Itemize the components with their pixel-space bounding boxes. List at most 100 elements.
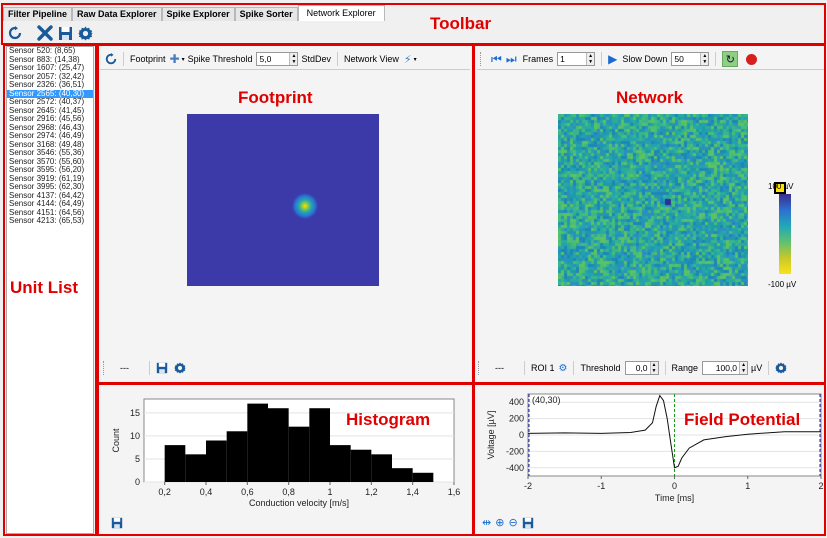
network-bottom-bar: --- ROI 1 ⚙ Threshold 0,0 ▲ ▼ Range 100,0 ▲…	[478, 358, 787, 378]
threshold-label: Threshold	[580, 363, 621, 373]
histogram-xtick-label: 0,8	[282, 487, 295, 497]
network-annotation-label: Network	[616, 88, 684, 107]
histogram-xtick-label: 0,6	[241, 487, 254, 497]
histogram-xtick-label: 1	[327, 487, 332, 497]
tab-spike-sorter[interactable]: Spike Sorter	[234, 7, 298, 21]
record-icon[interactable]	[746, 53, 758, 65]
histogram-chart[interactable]: 0 5 10 15 0,2 0,4 0,6 0,8 1 1,2 1,4 1,6 Conduction v…	[99, 384, 471, 512]
main-toolbar	[0, 22, 827, 44]
histogram-bar	[309, 408, 330, 482]
histogram-xtick-label: 0,2	[158, 487, 171, 497]
save-icon[interactable]	[56, 24, 74, 42]
colorbar	[779, 194, 791, 274]
histogram-bar	[164, 445, 186, 482]
histogram-ytick-label: 5	[135, 454, 140, 464]
field-potential-xtick-label: 0	[672, 481, 677, 491]
histogram-bar	[226, 431, 248, 482]
network-view-label: Network View	[344, 54, 399, 64]
histogram-ytick-label: 0	[135, 477, 140, 487]
spike-threshold-input[interactable]: 5,0 ▲ ▼	[256, 52, 299, 66]
histogram-annotation-label: Histogram	[346, 410, 431, 429]
network-view-icon[interactable]: ⚡	[404, 53, 412, 66]
field-potential-xlabel: Time [ms]	[655, 493, 694, 503]
toolbar-annotation-label: Toolbar	[430, 14, 492, 33]
range-unit-label: µV	[751, 363, 763, 373]
skip-forward-icon[interactable]: ⏭	[506, 52, 517, 67]
colorbar-min-label: -100 µV	[768, 280, 797, 289]
field-potential-annotation: (40,30)	[532, 395, 561, 405]
close-icon[interactable]	[36, 24, 54, 42]
histogram-xtick-label: 1,2	[365, 487, 378, 497]
field-potential-ytick-label: -400	[506, 463, 524, 473]
zoom-fit-icon[interactable]: ⇹	[482, 516, 491, 529]
histogram-xtick-label: 1,4	[406, 487, 419, 497]
range-label: Range	[671, 363, 699, 373]
histogram-ylabel: Count	[111, 428, 121, 453]
roi-tool-icon[interactable]: ⚙	[559, 363, 568, 374]
range-input[interactable]: 100,0 ▲ ▼	[702, 361, 749, 375]
histogram-bar	[185, 454, 206, 482]
field-potential-ytick-label: -200	[506, 446, 524, 456]
histogram-bar	[412, 472, 434, 482]
gear-icon[interactable]	[775, 362, 787, 374]
tab-filter-pipeline[interactable]: Filter Pipeline	[3, 7, 73, 21]
field-potential-xtick-label: -1	[597, 481, 605, 491]
field-potential-ytick-label: 0	[519, 430, 524, 440]
colorbar-max-label: 100 µV	[768, 182, 794, 191]
slow-down-input[interactable]: 50 ▲ ▼	[671, 52, 710, 66]
refresh-icon[interactable]	[6, 24, 24, 42]
refresh-icon[interactable]	[105, 53, 117, 65]
field-potential-ylabel: Voltage [µV]	[486, 411, 496, 460]
unit-list-item[interactable]: Sensor 4213: (65,53)	[7, 216, 93, 226]
frames-input[interactable]: 1 ▲ ▼	[557, 52, 596, 66]
field-potential-xtick-label: -2	[524, 481, 532, 491]
tab-bar: Filter Pipeline Raw Data Explorer Spike Ex…	[3, 5, 385, 21]
footprint-status: ---	[120, 363, 129, 373]
histogram-panel: 0 5 10 15 0,2 0,4 0,6 0,8 1 1,2 1,4 1,6 Conduction v…	[99, 384, 471, 534]
histogram-bar	[268, 408, 289, 482]
skip-back-icon[interactable]: ⏮	[491, 52, 502, 67]
play-icon[interactable]: ▶	[608, 52, 617, 66]
unit-list-annotation-label: Unit List	[10, 278, 78, 297]
field-potential-xtick-label: 1	[745, 481, 750, 491]
tab-raw-data-explorer[interactable]: Raw Data Explorer	[72, 7, 162, 21]
network-toolbar: ⏮ ⏭ Frames 1 ▲ ▼ ▶ Slow Down 50 ▲ ▼ ↻	[480, 49, 758, 69]
zoom-out-icon[interactable]: ⊖	[508, 516, 517, 529]
field-potential-panel: 400 200 0 -200 -400 -2 -1 0 1 2 (40,30) Time [ms] Vo…	[476, 384, 825, 534]
save-icon[interactable]	[522, 517, 534, 529]
histogram-xtick-label: 0,4	[200, 487, 213, 497]
stddev-label: StdDev	[301, 54, 331, 64]
tab-spike-explorer[interactable]: Spike Explorer	[161, 7, 235, 21]
tab-network-explorer[interactable]: Network Explorer	[297, 5, 385, 21]
histogram-bar	[350, 449, 372, 482]
histogram-xtick-label: 1,6	[448, 487, 461, 497]
gear-icon[interactable]	[174, 362, 186, 374]
dropdown-arrow-icon[interactable]: ▾	[414, 56, 417, 63]
frames-label: Frames	[522, 54, 554, 64]
histogram-bar	[247, 403, 268, 482]
footprint-mode-icon[interactable]: ✚	[170, 52, 180, 66]
field-potential-chart[interactable]: 400 200 0 -200 -400-2 -1 0 1 2 (40,30) Time [ms] Vo…	[476, 384, 825, 512]
field-potential-ytick-label: 400	[509, 397, 524, 407]
footprint-bottom-bar: ---	[103, 358, 186, 378]
roi-label: ROI 1	[531, 363, 555, 373]
save-icon[interactable]	[111, 517, 123, 529]
field-potential-annotation-label: Field Potential	[684, 410, 801, 429]
zoom-in-icon[interactable]: ⊕	[495, 516, 504, 529]
dropdown-arrow-icon[interactable]: ▾	[182, 56, 185, 63]
field-potential-ytick-label: 200	[509, 414, 524, 424]
footprint-heatmap[interactable]	[187, 114, 379, 286]
histogram-bar	[371, 454, 392, 482]
histogram-bar	[288, 426, 310, 482]
footprint-toolbar: Footprint ✚ ▾ Spike Threshold 5,0 ▲ ▼ StdD…	[105, 49, 417, 69]
field-potential-xtick-label: 2	[818, 481, 823, 491]
threshold-input[interactable]: 0,0 ▲ ▼	[624, 361, 659, 375]
spike-threshold-label: Spike Threshold	[187, 54, 253, 64]
slow-down-label: Slow Down	[622, 54, 668, 64]
histogram-ytick-label: 10	[130, 431, 140, 441]
loop-toggle-icon[interactable]: ↻	[722, 51, 739, 67]
save-icon[interactable]	[156, 362, 168, 374]
gear-icon[interactable]	[76, 24, 94, 42]
footprint-label: Footprint	[130, 54, 166, 64]
network-heatmap[interactable]	[558, 114, 748, 286]
